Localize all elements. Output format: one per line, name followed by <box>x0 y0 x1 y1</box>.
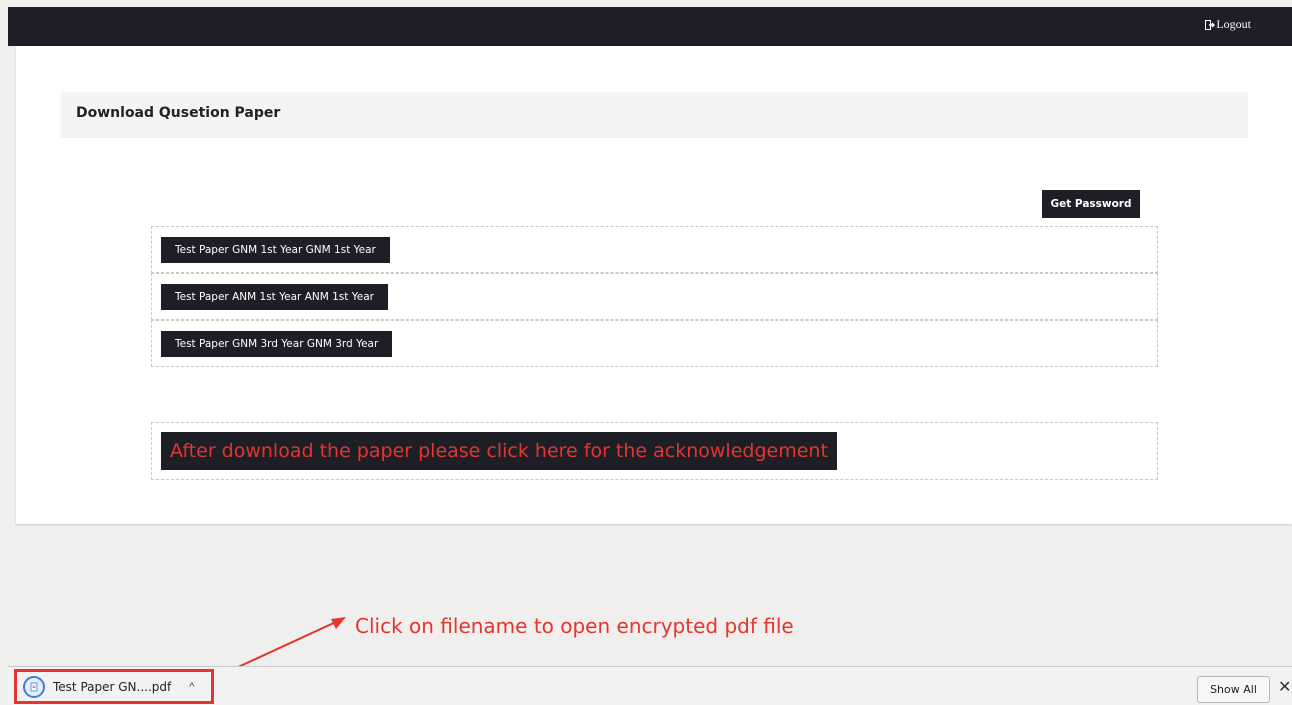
paper-download-button[interactable]: Test Paper ANM 1st Year ANM 1st Year <box>161 284 388 310</box>
paper-list: Test Paper GNM 1st Year GNM 1st Year Tes… <box>151 226 1158 368</box>
acknowledgement-button[interactable]: After download the paper please click he… <box>161 432 837 470</box>
paper-download-button[interactable]: Test Paper GNM 3rd Year GNM 3rd Year <box>161 331 393 357</box>
download-bar: Test Paper GN....pdf ^ Show All ✕ <box>8 666 1292 705</box>
download-file-name[interactable]: Test Paper GN....pdf <box>53 680 171 694</box>
chevron-up-icon[interactable]: ^ <box>189 681 194 693</box>
close-icon[interactable]: ✕ <box>1278 677 1291 697</box>
logout-label: Logout <box>1216 17 1251 31</box>
paper-download-button[interactable]: Test Paper GNM 1st Year GNM 1st Year <box>161 237 390 263</box>
list-item: Test Paper GNM 1st Year GNM 1st Year <box>151 226 1158 273</box>
acknowledgement-row: After download the paper please click he… <box>151 422 1158 480</box>
list-item: Test Paper GNM 3rd Year GNM 3rd Year <box>151 320 1158 367</box>
list-item: Test Paper ANM 1st Year ANM 1st Year <box>151 273 1158 320</box>
top-navbar: Logout <box>8 7 1292 46</box>
panel-heading: Download Qusetion Paper <box>61 92 1248 138</box>
content-card: Download Qusetion Paper Get Password Tes… <box>16 46 1292 524</box>
download-item[interactable]: Test Paper GN....pdf ^ <box>14 669 214 704</box>
annotation-text: Click on filename to open encrypted pdf … <box>355 614 794 638</box>
pdf-file-icon <box>23 675 45 698</box>
show-all-button[interactable]: Show All <box>1197 676 1270 703</box>
get-password-button[interactable]: Get Password <box>1042 190 1140 218</box>
sign-out-icon <box>1205 19 1216 30</box>
logout-link[interactable]: Logout <box>1205 17 1251 32</box>
page-title: Download Qusetion Paper <box>76 105 281 121</box>
